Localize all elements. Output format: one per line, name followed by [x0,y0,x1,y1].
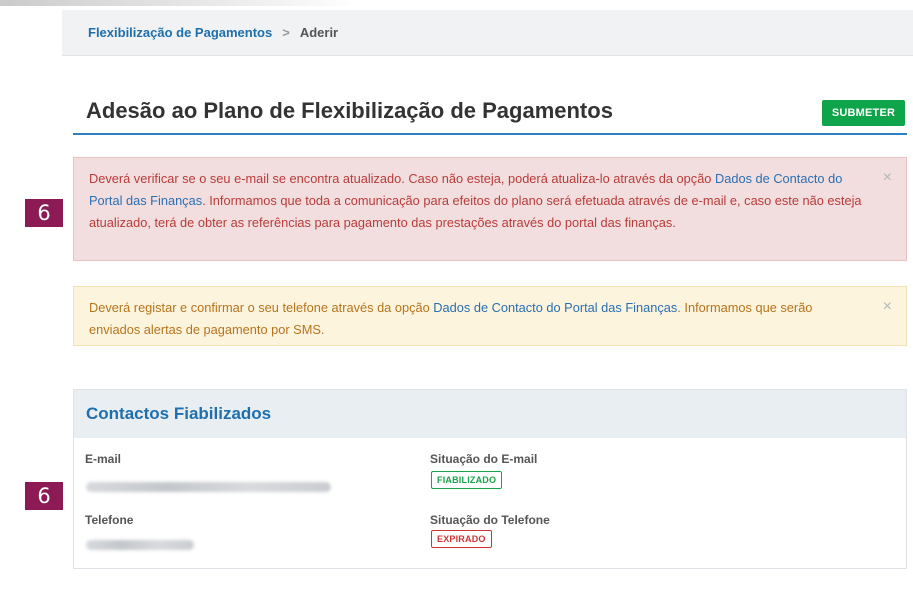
breadcrumb-separator-icon: > [282,25,290,40]
submit-button[interactable]: SUBMETER [822,100,905,126]
email-alert-text-continued: . Informamos que toda a comunicação para… [89,193,862,230]
title-divider [73,133,907,135]
breadcrumb-link-flexibilizacao[interactable]: Flexibilização de Pagamentos [88,25,272,40]
top-shadow [0,0,360,6]
phone-value-redacted [86,540,194,550]
phone-label: Telefone [85,513,134,527]
phone-alert-contact-link[interactable]: Dados de Contacto do Portal das Finanças [433,300,677,315]
phone-status-label: Situação do Telefone [430,513,550,527]
breadcrumb: Flexibilização de Pagamentos > Aderir [62,10,913,56]
email-status-label: Situação do E-mail [430,452,538,466]
step-badge: 6 [25,482,63,510]
phone-alert: Deverá registar e confirmar o seu telefo… [73,286,907,346]
email-value-redacted [86,482,331,492]
contacts-panel-title: Contactos Fiabilizados [74,390,906,438]
email-alert-text: Deverá verificar se o seu e-mail se enco… [89,171,715,186]
close-icon[interactable]: × [883,170,892,186]
email-status-badge: FIABILIZADO [431,471,503,489]
page-title: Adesão ao Plano de Flexibilização de Pag… [86,98,613,123]
close-icon[interactable]: × [883,299,892,315]
phone-status-badge: EXPIRADO [431,530,492,548]
email-label: E-mail [85,452,122,466]
step-badge: 6 [25,199,63,227]
email-alert: Deverá verificar se o seu e-mail se enco… [73,157,907,261]
phone-alert-text: Deverá registar e confirmar o seu telefo… [89,300,434,315]
breadcrumb-current: Aderir [299,25,339,40]
contacts-panel: Contactos Fiabilizados E-mail Situação d… [73,389,907,569]
